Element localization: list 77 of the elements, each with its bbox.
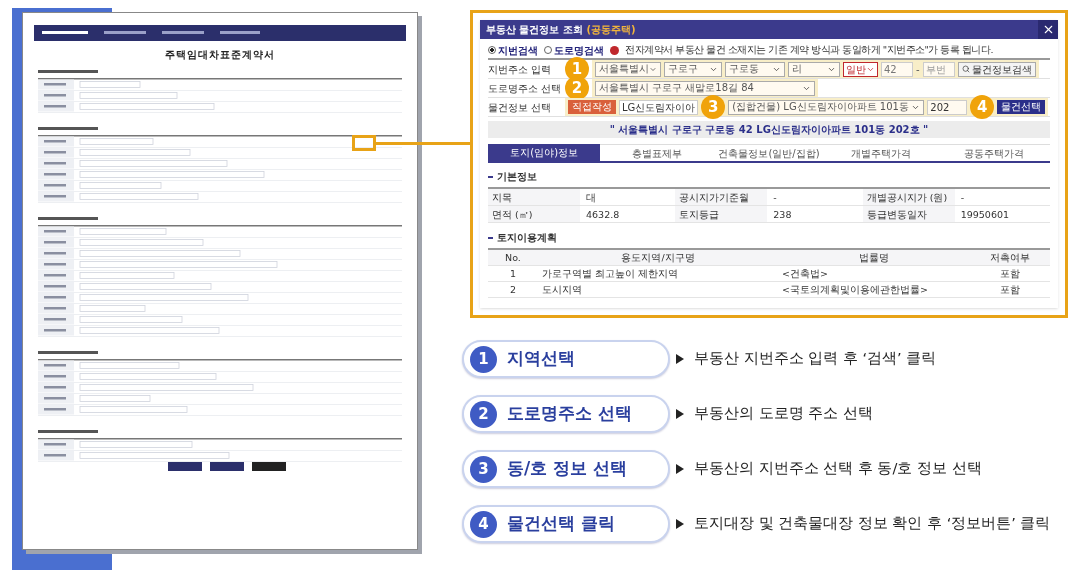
search-mode-radio[interactable]: 지번검색 — [488, 42, 538, 58]
info-value: 238 — [772, 208, 793, 222]
table-cell-text: 가로구역별 최고높이 제한지역 — [541, 267, 680, 281]
info-label: 공시지가기준월 — [675, 189, 768, 205]
info-value: - — [772, 191, 778, 205]
unit-field[interactable]: 202 — [927, 99, 968, 115]
step-number-badge: 1 — [470, 345, 497, 373]
column-header: 법률명 — [858, 251, 890, 265]
property-search-button[interactable]: 물건정보검색 — [957, 61, 1036, 77]
step-number-badge: 4 — [470, 510, 497, 538]
step-number-badge: 3 — [701, 95, 726, 119]
table-cell-text: 포함 — [999, 283, 1021, 297]
dropdown[interactable]: 서울특별시 구로구 새말로18길 84 — [595, 80, 815, 96]
table-cell-text: 1 — [508, 267, 517, 281]
triangle-icon — [676, 409, 684, 419]
tab[interactable]: 개별주택가격 — [825, 144, 938, 161]
tab[interactable]: 층별표제부 — [600, 144, 713, 161]
info-value: - — [959, 191, 966, 205]
step-title: 물건선택 클릭 — [507, 512, 615, 536]
column-header: No. — [504, 251, 522, 265]
dropdown[interactable]: 구로구 — [664, 61, 722, 77]
column-header: 용도지역/지구명 — [620, 251, 696, 265]
step-description: 토지대장 및 건축물대장 정보 확인 후 ‘정보버튼’ 클릭 — [694, 514, 1051, 534]
notice-icon — [610, 45, 619, 55]
section-heading: 토지이용계획 — [488, 230, 1050, 245]
dropdown[interactable]: 구로동 — [725, 61, 785, 77]
table-cell-text: 포함 — [999, 267, 1021, 281]
section-heading: 기본정보 — [488, 169, 1050, 184]
info-value: 4632.8 — [585, 208, 621, 222]
step-description: 부동산의 도로명 주소 선택 — [694, 404, 873, 424]
info-label: 등급변동일자 — [862, 206, 955, 222]
tab[interactable]: 토지(임야)정보 — [488, 144, 601, 161]
step-title: 지역선택 — [507, 347, 575, 371]
triangle-icon — [676, 464, 684, 474]
row-label: 물건정보 선택 — [488, 100, 553, 115]
table-cell-text: 2 — [508, 283, 517, 297]
dropdown[interactable]: (집합건물) LG신도림자이아파트 101동 — [728, 99, 925, 115]
triangle-icon — [676, 354, 684, 364]
step-title: 동/호 정보 선택 — [507, 457, 628, 481]
selected-address-bar: " 서울특별시 구로구 구로동 42 LG신도림자이아파트 101동 202호 " — [488, 121, 1050, 138]
search-icon — [961, 65, 970, 73]
notice-text: 전자계약서 부동산 물건 소재지는 기존 계약 방식과 동일하게 "지번주소"가 등록 됩니다. — [625, 42, 993, 57]
number-separator: - — [916, 62, 920, 77]
tab[interactable]: 공동주택가격 — [937, 144, 1051, 161]
step-title: 도로명주소 선택 — [507, 402, 632, 426]
sub-number-field[interactable]: 부번 — [922, 61, 955, 77]
step-number-badge: 4 — [970, 95, 995, 119]
dialog-title: 부동산 물건정보 조회 (공동주택) — [485, 23, 636, 37]
step-description: 부동산의 지번주소 선택 후 동/호 정보 선택 — [694, 459, 982, 479]
info-label: 개별공시지가 (원) — [862, 189, 955, 205]
number-field[interactable]: 42 — [881, 61, 913, 77]
info-label: 토지등급 — [675, 206, 768, 222]
step-description: 부동산 지번주소 입력 후 ‘검색’ 클릭 — [694, 349, 937, 369]
search-mode-radio[interactable]: 도로명검색 — [544, 42, 604, 58]
info-label: 면적 (㎡) — [488, 206, 580, 222]
info-value: 대 — [585, 191, 597, 205]
step-number-badge: 2 — [470, 400, 497, 428]
info-label: 지목 — [488, 189, 580, 205]
table-cell-text: <국토의계획및이용에관한법률> — [781, 283, 929, 297]
tab[interactable]: 건축물정보(일반/집합) — [712, 144, 826, 161]
row-label: 지번주소 입력 — [488, 62, 553, 77]
table-cell-text: <건축법> — [781, 267, 829, 281]
dropdown[interactable]: 일반 — [843, 61, 878, 77]
table-cell-text: 도시지역 — [541, 283, 583, 297]
column-header: 저촉여부 — [989, 251, 1031, 265]
select-property-button[interactable]: 물건선택 — [997, 100, 1046, 114]
step-number-badge: 3 — [470, 455, 497, 483]
triangle-icon — [676, 519, 684, 529]
document-title: 주택임대차표준계약서 — [165, 48, 275, 62]
dropdown[interactable]: 리 — [788, 61, 840, 77]
dropdown[interactable]: 서울특별시 — [595, 61, 661, 77]
highlight-frame — [352, 135, 376, 151]
info-value: 19950601 — [959, 208, 1010, 222]
close-button[interactable] — [1038, 20, 1058, 39]
direct-entry-button[interactable]: 직접작성 — [568, 100, 616, 114]
row-label: 도로명주소 선택 — [488, 81, 562, 96]
complex-field[interactable]: LG신도림자이아 — [619, 99, 699, 115]
